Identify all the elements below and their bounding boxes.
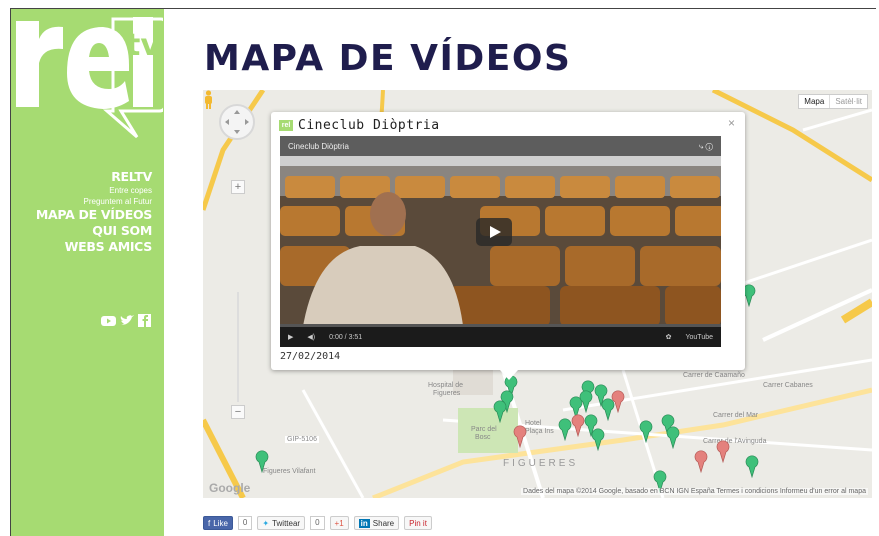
linkedin-share-button[interactable]: in Share [353, 516, 400, 530]
social-links [101, 314, 152, 327]
street-label: Bosc [475, 434, 491, 441]
play-icon[interactable]: ▶ [288, 333, 293, 341]
gplus-button[interactable]: +1 [329, 516, 349, 530]
street-label: Parc del [471, 426, 497, 433]
video-controls: ▶ ◀) 0:00 / 3:51 ✿ YouTube [280, 327, 721, 347]
pan-arrows-icon [225, 110, 249, 134]
pan-control[interactable] [219, 104, 255, 140]
twitter-icon[interactable] [119, 314, 134, 327]
zoom-slider[interactable] [237, 292, 239, 402]
tweet-count: 0 [310, 516, 325, 530]
video-date: 27/02/2014 [280, 351, 341, 362]
share-info-icons[interactable]: ⤷ ⓘ [699, 142, 713, 151]
street-label: Carrer de l'Avinguda [703, 438, 767, 445]
map-attribution[interactable]: Dades del mapa ©2014 Google, basado en B… [521, 488, 868, 495]
facebook-icon: f [208, 518, 211, 528]
volume-icon[interactable]: ◀) [307, 333, 315, 341]
reltv-mini-logo: rel [279, 120, 293, 131]
road-shield: GIP-5106 [285, 436, 319, 443]
twitter-icon: ✦ [262, 518, 270, 528]
settings-icon[interactable]: ✿ [666, 333, 672, 341]
video-player[interactable]: Cineclub Diòptria ⤷ ⓘ ▶ ◀) 0:00 / 3:51 ✿… [280, 136, 721, 347]
street-label: Carrer de Caamaño [683, 372, 745, 379]
share-bar: f Like 0 ✦ Twittear 0 +1 in Share Pin it [203, 516, 432, 530]
nav-item-mapa[interactable]: MAPA DE VÍDEOS [36, 207, 152, 223]
nav-item-qui-som[interactable]: QUI SOM [36, 223, 152, 239]
linkedin-label: Share [372, 518, 395, 528]
info-window: × rel Cineclub Diòptria Cineclub Diòptri… [271, 112, 745, 380]
play-button[interactable] [476, 218, 512, 246]
nav-item-reltv[interactable]: RELTV [36, 169, 152, 185]
street-label: Figueres Vilafant [263, 468, 316, 475]
like-count: 0 [237, 516, 253, 530]
street-label: Hospital de [428, 382, 464, 389]
youtube-icon[interactable] [101, 314, 116, 327]
nav-item-webs-amics[interactable]: WEBS AMICS [36, 239, 153, 255]
nav-item-preguntem[interactable]: Preguntem al Futur [36, 196, 152, 207]
zoom-in-button[interactable]: + [231, 180, 245, 194]
video-header: Cineclub Diòptria ⤷ ⓘ [280, 136, 721, 156]
main-nav: RELTV Entre copes Preguntem al Futur MAP… [36, 169, 152, 255]
pinterest-button[interactable]: Pin it [404, 516, 432, 530]
nav-item-entre-copes[interactable]: Entre copes [36, 185, 152, 196]
facebook-icon[interactable] [137, 314, 152, 327]
linkedin-icon: in [358, 518, 370, 528]
street-label: Carrer Cabanes [763, 382, 813, 389]
sidebar: tv RELTV Entre copes Preguntem al Futur … [11, 9, 164, 536]
youtube-logo[interactable]: YouTube [685, 334, 713, 341]
pegman-icon[interactable] [203, 90, 214, 110]
zoom-out-button[interactable]: − [231, 405, 245, 419]
facebook-like-button[interactable]: f Like [203, 516, 233, 530]
video-time: 0:00 / 3:51 [329, 333, 363, 341]
street-label: Carrer del Mar [713, 412, 759, 419]
page-title: MAPA DE VÍDEOS [204, 38, 572, 79]
video-header-title: Cineclub Diòptria [288, 142, 349, 151]
map-type-control: Mapa Satèl·lit [798, 94, 868, 109]
like-label: Like [213, 518, 228, 528]
reltv-logo[interactable]: tv [13, 13, 163, 139]
logo-tv: tv [126, 28, 160, 63]
google-logo: Google [209, 481, 251, 495]
close-icon[interactable]: × [728, 116, 735, 130]
map-type-satellite[interactable]: Satèl·lit [829, 95, 867, 108]
info-window-pointer [500, 370, 518, 380]
tweet-button[interactable]: ✦ Twittear [257, 516, 306, 530]
tweet-label: Twittear [272, 518, 301, 528]
info-window-title: rel Cineclub Diòptria [279, 118, 440, 133]
street-label: Hotel [525, 420, 542, 427]
video-title: Cineclub Diòptria [298, 118, 440, 133]
city-label: FIGUERES [503, 458, 579, 469]
street-label: Figueres [433, 390, 461, 397]
map-type-mapa[interactable]: Mapa [799, 95, 829, 108]
street-label: Plaça Ins [525, 428, 554, 435]
